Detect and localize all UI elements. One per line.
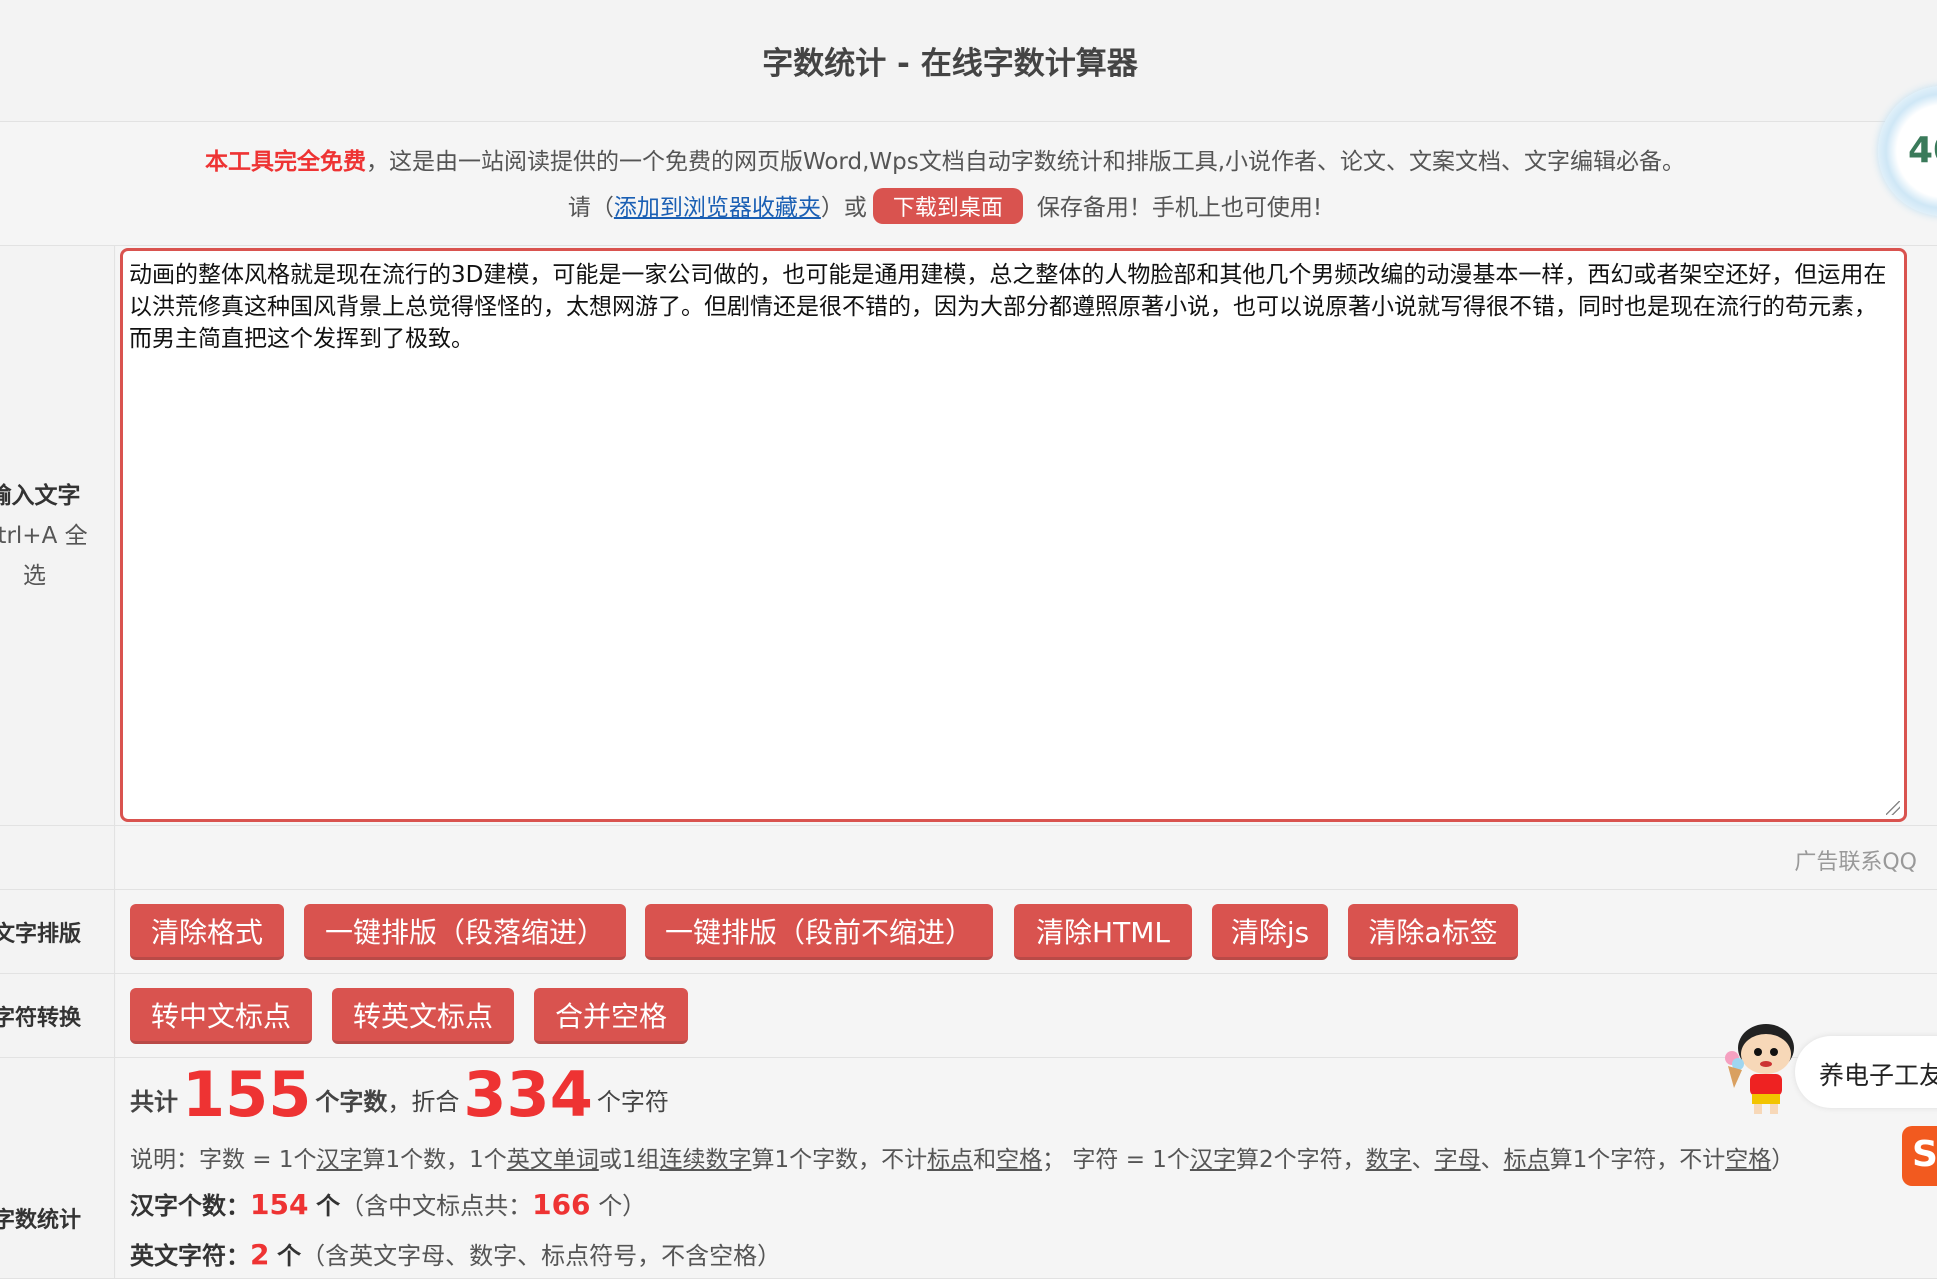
layout-row-label: 文字排版	[0, 890, 115, 973]
hanzi-value: 154	[250, 1188, 309, 1221]
text-input-area[interactable]: 动画的整体风格就是现在流行的3D建模，可能是一家公司做的，也可能是通用建模，总之…	[120, 248, 1907, 822]
text-input-content: 动画的整体风格就是现在流行的3D建模，可能是一家公司做的，也可能是通用建模，总之…	[129, 262, 1887, 352]
mascot-bubble[interactable]: 养电子工友	[1795, 1036, 1937, 1108]
english-value: 2	[250, 1238, 270, 1271]
hanzi-label: 汉字个数：	[130, 1192, 250, 1220]
bookmark-link[interactable]: 添加到浏览器收藏夹	[614, 195, 821, 221]
ad-contact-text[interactable]: 广告联系QQ	[1794, 844, 1917, 876]
stats-row-label: 字数统计	[0, 1058, 115, 1278]
ad-row-content: 广告联系QQ	[116, 826, 1937, 889]
hanzi-note-suffix: 个）	[598, 1192, 647, 1220]
intro-line1: 本工具完全免费，这是由一站阅读提供的一个免费的网页版Word,Wps文档自动字数…	[0, 142, 1890, 176]
convert-row-label: 字符转换	[0, 974, 115, 1057]
english-label: 英文字符：	[130, 1242, 250, 1270]
intro-suffix: 保存备用！手机上也可使用!	[1036, 195, 1323, 221]
input-row-label: 输入文字 Ctrl+A 全 选	[0, 246, 115, 825]
clear-js-button[interactable]: 清除js	[1212, 904, 1328, 960]
counter-badge-text: 40	[1908, 130, 1937, 171]
char-unit: 个字符	[596, 1088, 669, 1116]
english-note: （含英文字母、数字、标点符号，不含空格）	[301, 1242, 782, 1270]
download-button[interactable]: 下载到桌面	[872, 188, 1023, 224]
word-count: 155	[182, 1058, 312, 1131]
hanzi-punct-value: 166	[532, 1188, 591, 1221]
clear-format-button[interactable]: 清除格式	[130, 904, 284, 960]
fold-sep: ，折合	[387, 1088, 460, 1116]
page-title: 字数统计 - 在线字数计算器	[762, 46, 1138, 82]
word-unit: 个字数	[315, 1088, 388, 1116]
format-no-indent-button[interactable]: 一键排版（段前不缩进）	[645, 904, 993, 960]
clear-a-tag-button[interactable]: 清除a标签	[1348, 904, 1518, 960]
to-chinese-punct-button[interactable]: 转中文标点	[130, 988, 312, 1044]
site-logo-icon[interactable]: S	[1902, 1126, 1937, 1186]
merge-spaces-button[interactable]: 合并空格	[534, 988, 688, 1044]
format-indent-button[interactable]: 一键排版（段落缩进）	[304, 904, 626, 960]
mascot-text: 养电子工友	[1819, 1061, 1937, 1090]
ad-row-label	[0, 826, 115, 889]
layout-row: 文字排版 清除格式 一键排版（段落缩进） 一键排版（段前不缩进） 清除HTML …	[0, 890, 1937, 974]
hanzi-note-prefix: （含中文标点共：	[340, 1192, 533, 1220]
layout-row-content: 清除格式 一键排版（段落缩进） 一键排版（段前不缩进） 清除HTML 清除js …	[116, 890, 1937, 973]
convert-label: 字符转换	[0, 1005, 81, 1031]
input-hint-line1: Ctrl+A 全	[0, 522, 88, 549]
intro-mid: ）或	[820, 195, 867, 221]
english-count-line: 英文字符：2 个（含英文字母、数字、标点符号，不含空格）	[130, 1236, 781, 1271]
stats-row: 字数统计 共计155 个字数，折合334 个字符 说明：字数 = 1个汉字算1个数，…	[0, 1058, 1937, 1279]
clear-html-button[interactable]: 清除HTML	[1014, 904, 1192, 960]
page: 字数统计 - 在线字数计算器 本工具完全免费，这是由一站阅读提供的一个免费的网页…	[0, 0, 1937, 1279]
hanzi-count-line: 汉字个数：154 个（含中文标点共：166 个）	[130, 1186, 646, 1221]
input-label: 输入文字	[0, 482, 81, 509]
title-bar: 字数统计 - 在线字数计算器	[0, 0, 1937, 122]
layout-label: 文字排版	[0, 921, 81, 947]
convert-row: 字符转换 转中文标点 转英文标点 合并空格	[0, 974, 1937, 1058]
free-label: 本工具完全免费	[204, 149, 366, 175]
english-unit: 个	[277, 1242, 302, 1270]
to-english-punct-button[interactable]: 转英文标点	[332, 988, 514, 1044]
intro-prefix: 请（	[567, 195, 614, 221]
ad-row: 广告联系QQ	[0, 826, 1937, 890]
resize-grip-icon[interactable]	[1886, 801, 1900, 815]
stats-label: 字数统计	[0, 1208, 81, 1233]
total-prefix: 共计	[130, 1088, 178, 1116]
stats-description: 说明：字数 = 1个汉字算1个数，1个英文单词或1组连续数字算1个字数，不计标点…	[130, 1147, 1795, 1173]
input-hint-line2: 选	[23, 562, 46, 589]
stats-row-content: 共计155 个字数，折合334 个字符 说明：字数 = 1个汉字算1个数，1个英文单…	[116, 1058, 1937, 1278]
stats-summary: 共计155 个字数，折合334 个字符	[130, 1058, 669, 1131]
convert-row-content: 转中文标点 转英文标点 合并空格	[116, 974, 1937, 1057]
intro-section: 本工具完全免费，这是由一站阅读提供的一个免费的网页版Word,Wps文档自动字数…	[0, 122, 1937, 246]
hanzi-unit: 个	[316, 1192, 341, 1220]
char-count: 334	[463, 1058, 593, 1131]
intro-line2: 请（添加到浏览器收藏夹）或 下载到桌面 保存备用！手机上也可使用!	[0, 188, 1890, 224]
mascot-character-icon[interactable]	[1716, 1018, 1806, 1118]
intro-description: ，这是由一站阅读提供的一个免费的网页版Word,Wps文档自动字数统计和排版工具…	[365, 149, 1686, 175]
